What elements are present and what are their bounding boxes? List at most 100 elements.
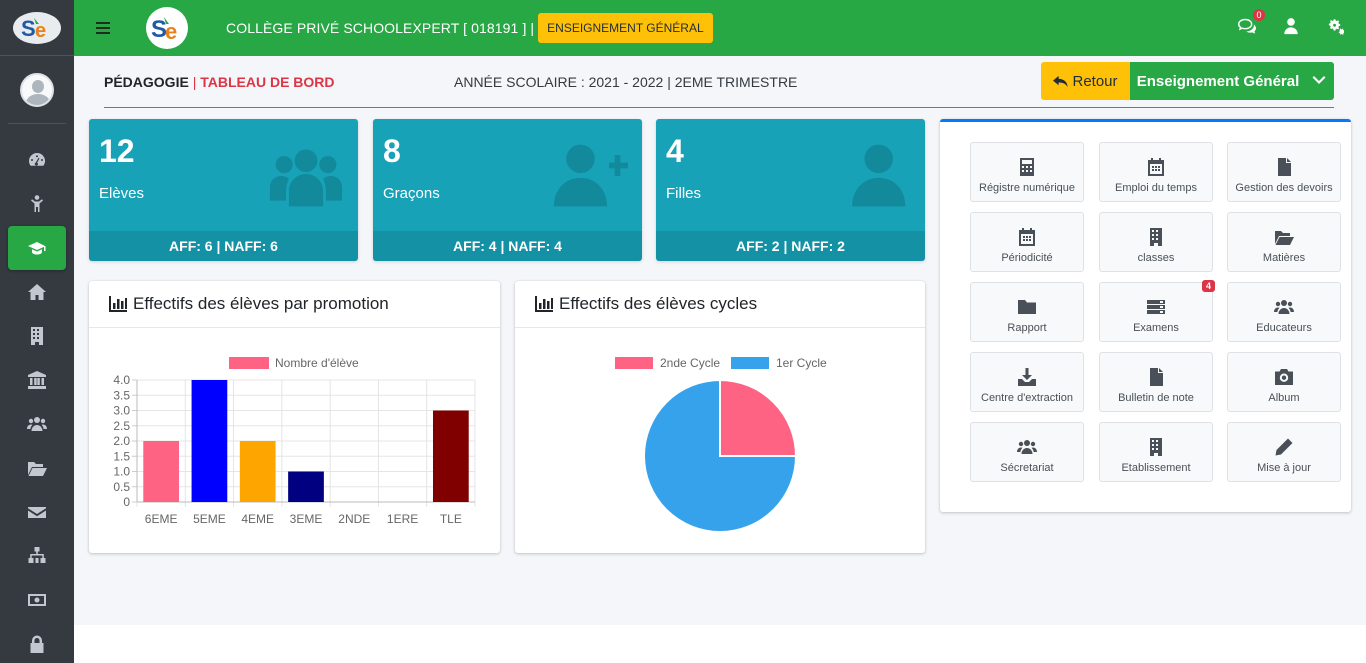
- file-icon: [1278, 158, 1291, 176]
- user-menu-button[interactable]: [1282, 17, 1300, 40]
- tool-label: Régistre numérique: [979, 182, 1075, 194]
- tool-label: Emploi du temps: [1115, 182, 1197, 194]
- graduation-cap-icon: [28, 242, 46, 255]
- bar-6eme[interactable]: [143, 441, 180, 502]
- teaching-type-badge[interactable]: ENSEIGNEMENT GÉNÉRAL: [538, 13, 713, 43]
- calendar-icon: [1148, 158, 1164, 176]
- navbar-logo[interactable]: Se: [146, 7, 188, 49]
- shortcuts-card: Régistre numérique Emploi du temps Gestion…: [940, 119, 1351, 512]
- svg-text:S: S: [21, 16, 36, 41]
- tool-sécretariat[interactable]: Sécretariat: [970, 422, 1084, 482]
- tool-rapport[interactable]: Rapport: [970, 282, 1084, 342]
- page-footer: [74, 625, 1366, 663]
- sidebar: Se: [0, 0, 74, 663]
- teaching-type-dropdown[interactable]: Enseignement Général: [1130, 62, 1334, 100]
- sidebar-item-building[interactable]: [8, 314, 66, 358]
- tool-badge: 4: [1201, 280, 1215, 292]
- tool-label: Rapport: [1007, 322, 1047, 334]
- messages-button[interactable]: 0: [1238, 8, 1265, 40]
- legend-label: 1er Cycle: [776, 356, 827, 370]
- stat-value: 8: [383, 133, 401, 169]
- school-year: ANNÉE SCOLAIRE : 2021 - 2022 | 2EME TRIM…: [454, 74, 798, 90]
- messages-count-badge: 0: [1253, 8, 1265, 21]
- y-tick-label: 3.5: [113, 388, 130, 402]
- y-tick-label: 4.0: [113, 373, 130, 387]
- tool-label: classes: [1137, 252, 1175, 264]
- breadcrumb-section[interactable]: PÉDAGOGIE: [104, 74, 189, 90]
- menu-toggle-icon[interactable]: [96, 22, 116, 34]
- stat-boys[interactable]: 8 Graçons AFF: 4 | NAFF: 4: [373, 119, 642, 261]
- x-tick-label: 3EME: [290, 512, 323, 526]
- legend-label: 2nde Cycle: [660, 356, 720, 370]
- tool-label: Educateurs: [1256, 322, 1312, 334]
- x-tick-label: 4EME: [241, 512, 274, 526]
- stat-footer: AFF: 4 | NAFF: 4: [373, 231, 642, 261]
- tool-etablissement[interactable]: Etablissement: [1099, 422, 1213, 482]
- child-icon: [31, 195, 43, 212]
- sidebar-logo[interactable]: Se: [0, 0, 74, 56]
- sidebar-item-security[interactable]: [8, 622, 66, 663]
- sidebar-item-institution[interactable]: [8, 358, 66, 402]
- tool-mise-à-jour[interactable]: Mise à jour: [1227, 422, 1341, 482]
- users-icon: [269, 149, 343, 207]
- pencil-icon: [1275, 438, 1293, 456]
- building-icon: [31, 327, 43, 345]
- page-title: TABLEAU DE BORD: [200, 74, 335, 90]
- y-tick-label: 1.0: [113, 465, 130, 479]
- sidebar-item-finance[interactable]: [8, 578, 66, 622]
- sidebar-item-pedagogy[interactable]: [8, 226, 66, 270]
- stat-students[interactable]: 12 Elèves AFF: 6 | NAFF: 6: [89, 119, 358, 261]
- tool-label: Bulletin de note: [1118, 392, 1194, 404]
- tool-examens[interactable]: Examens 4: [1099, 280, 1215, 342]
- sidebar-item-messages[interactable]: [8, 490, 66, 534]
- calendar-icon: [1019, 228, 1035, 246]
- folder-icon: [1018, 300, 1036, 314]
- stat-footer: AFF: 6 | NAFF: 6: [89, 231, 358, 261]
- sidebar-item-dashboard[interactable]: [8, 138, 66, 182]
- top-navbar: Se COLLÈGE PRIVÉ SCHOOLEXPERT [ 018191 ]…: [74, 0, 1366, 56]
- bar-chart-icon: [535, 296, 553, 312]
- cycles-pie-chart: 2nde Cycle 1er Cycle: [615, 356, 827, 533]
- back-button[interactable]: Retour: [1041, 62, 1130, 100]
- server-icon: [1147, 300, 1165, 314]
- sidebar-user[interactable]: [8, 56, 66, 124]
- tool-centre-d-extraction[interactable]: Centre d'extraction: [970, 352, 1084, 412]
- tool-régistre-numérique[interactable]: Régistre numérique: [970, 142, 1084, 202]
- tool-gestion-des-devoirs[interactable]: Gestion des devoirs: [1227, 142, 1341, 202]
- tool-album[interactable]: Album: [1227, 352, 1341, 412]
- pie-slice-0[interactable]: [719, 378, 798, 457]
- sidebar-item-folders[interactable]: [8, 446, 66, 490]
- stat-footer: AFF: 2 | NAFF: 2: [656, 231, 925, 261]
- sitemap-icon: [28, 547, 46, 563]
- tool-educateurs[interactable]: Educateurs: [1227, 282, 1341, 342]
- money-icon: [28, 594, 46, 606]
- user-plus-icon: [553, 144, 628, 207]
- sidebar-item-users[interactable]: [8, 402, 66, 446]
- stat-label: Graçons: [383, 185, 440, 202]
- x-tick-label: 2NDE: [338, 512, 370, 526]
- bar-4eme[interactable]: [239, 441, 276, 502]
- tool-périodicité[interactable]: Périodicité: [970, 212, 1084, 272]
- card-title: Effectifs des élèves par promotion: [133, 294, 389, 313]
- tool-bulletin-de-note[interactable]: Bulletin de note: [1099, 352, 1213, 412]
- promotion-chart-card: Effectifs des élèves par promotion Nombr…: [89, 281, 500, 553]
- sidebar-item-organization[interactable]: [8, 534, 66, 578]
- x-tick-label: 5EME: [193, 512, 226, 526]
- settings-button[interactable]: [1326, 17, 1345, 40]
- app-logo: Se: [13, 11, 61, 44]
- stat-girls[interactable]: 4 Filles AFF: 2 | NAFF: 2: [656, 119, 925, 261]
- sidebar-item-students[interactable]: [8, 182, 66, 226]
- tool-matières[interactable]: Matières: [1227, 212, 1341, 272]
- card-title: Effectifs des élèves cycles: [559, 294, 758, 313]
- bar-3eme[interactable]: [288, 471, 324, 503]
- tool-emploi-du-temps[interactable]: Emploi du temps: [1099, 142, 1213, 202]
- bar-5eme[interactable]: [191, 380, 228, 502]
- tool-label: Mise à jour: [1257, 462, 1311, 474]
- camera-icon: [1275, 369, 1293, 385]
- sidebar-item-home[interactable]: [8, 270, 66, 314]
- tool-classes[interactable]: classes: [1099, 212, 1213, 272]
- stat-label: Elèves: [99, 185, 145, 202]
- bar-tle[interactable]: [432, 410, 469, 503]
- folder-open-icon: [28, 462, 47, 476]
- x-tick-label: 1ERE: [387, 512, 418, 526]
